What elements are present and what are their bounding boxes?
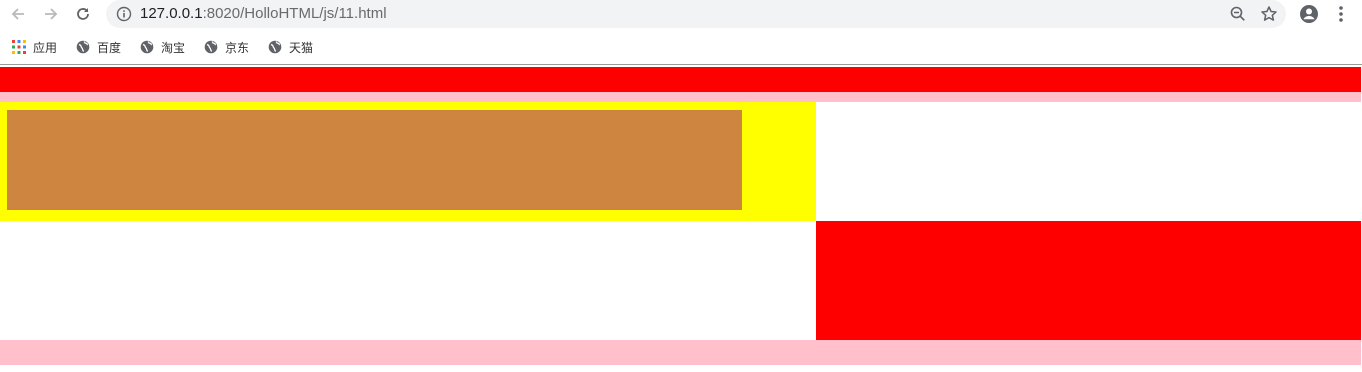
bookmark-label: 应用 — [33, 40, 58, 55]
url-text[interactable]: 127.0.0.1:8020/HolloHTML/js/11.html — [140, 5, 387, 23]
toolbar-divider — [0, 64, 1362, 65]
bookmark-item[interactable]: 天猫 — [268, 37, 313, 57]
bookmark-item[interactable]: 京东 — [204, 37, 249, 57]
reload-button[interactable] — [71, 3, 95, 25]
back-arrow-icon — [11, 8, 24, 20]
apps-grid-icon — [12, 40, 26, 54]
bookmark-label: 京东 — [225, 40, 250, 55]
globe-icon — [76, 40, 90, 54]
bookmark-item[interactable]: 百度 — [76, 37, 121, 57]
brown-box — [7, 110, 742, 210]
page-viewport — [0, 66, 1362, 372]
forward-button[interactable] — [39, 3, 63, 25]
kebab-menu-icon[interactable] — [1330, 3, 1352, 25]
bookmark-label: 百度 — [97, 40, 122, 55]
globe-icon — [268, 40, 282, 54]
pink-top-strip — [0, 92, 1361, 102]
zoom-out-icon[interactable] — [1228, 4, 1248, 24]
browser-toolbar: 127.0.0.1:8020/HolloHTML/js/11.html — [0, 0, 1362, 28]
info-icon[interactable] — [116, 6, 132, 22]
red-right-box — [816, 221, 1361, 340]
red-top-bar — [0, 67, 1361, 92]
bookmark-label: 淘宝 — [161, 40, 186, 55]
pink-bottom-bar — [0, 340, 1361, 365]
url-path: :8020/HolloHTML/js/11.html — [202, 5, 387, 22]
star-icon[interactable] — [1259, 4, 1279, 24]
bookmark-label: 天猫 — [289, 40, 314, 55]
forward-arrow-icon — [45, 8, 58, 20]
bookmarks-bar: 应用 百度 淘宝 京东 天猫 — [0, 33, 1362, 61]
back-button[interactable] — [6, 3, 30, 25]
globe-icon — [204, 40, 218, 54]
bookmark-apps[interactable]: 应用 — [12, 37, 57, 57]
address-bar[interactable]: 127.0.0.1:8020/HolloHTML/js/11.html — [106, 0, 1286, 28]
globe-icon — [140, 40, 154, 54]
bookmark-item[interactable]: 淘宝 — [140, 37, 185, 57]
url-host: 127.0.0.1 — [140, 5, 203, 22]
account-icon[interactable] — [1298, 3, 1320, 25]
reload-icon — [77, 8, 89, 20]
